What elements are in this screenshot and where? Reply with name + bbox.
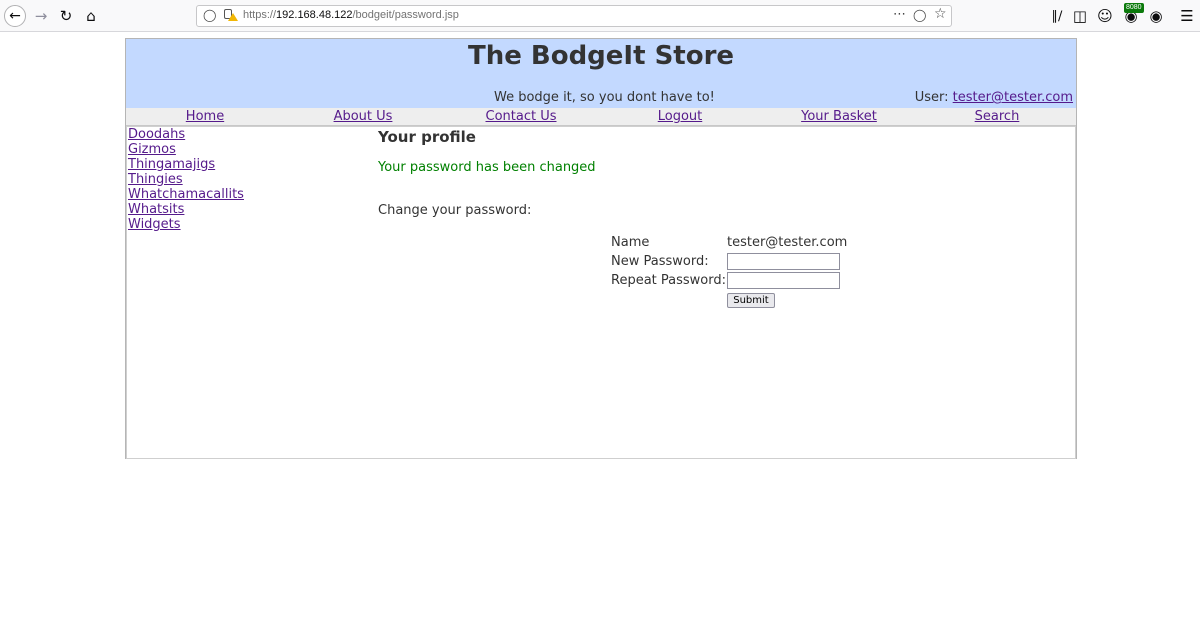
pocket-icon[interactable]: ◯ <box>913 8 926 22</box>
nav-logout[interactable]: Logout <box>601 108 759 126</box>
category-sidebar: Doodahs Gizmos Thingamajigs Thingies Wha… <box>128 127 328 232</box>
name-label: Name <box>611 235 650 250</box>
content-area: Doodahs Gizmos Thingamajigs Thingies Wha… <box>126 126 1076 459</box>
repeat-password-field[interactable] <box>727 272 840 289</box>
store-tagline: We bodge it, so you dont have to! <box>494 90 715 105</box>
change-password-label: Change your password: <box>378 203 532 218</box>
forward-arrow-icon[interactable]: → <box>30 5 52 27</box>
back-arrow-icon[interactable]: ← <box>4 5 26 27</box>
sidebar-item-whatsits[interactable]: Whatsits <box>128 202 328 217</box>
user-info: User: tester@tester.com <box>915 90 1073 105</box>
store-banner: The BodgeIt Store We bodge it, so you do… <box>126 39 1076 108</box>
repeat-password-label: Repeat Password: <box>611 273 726 288</box>
name-value: tester@tester.com <box>727 235 848 250</box>
store-title: The BodgeIt Store <box>467 41 735 71</box>
nav-bar: Home About Us Contact Us Logout Your Bas… <box>126 108 1076 126</box>
nav-your-basket[interactable]: Your Basket <box>760 108 918 126</box>
sidebar-item-doodahs[interactable]: Doodahs <box>128 127 328 142</box>
user-label: User: <box>914 90 949 105</box>
new-password-field[interactable] <box>727 253 840 270</box>
shield-icon[interactable]: ◯ <box>203 8 216 22</box>
sidebar-item-widgets[interactable]: Widgets <box>128 217 328 232</box>
user-email-link[interactable]: tester@tester.com <box>953 90 1073 105</box>
insecure-lock-icon[interactable] <box>224 9 238 21</box>
submit-button[interactable]: Submit <box>727 293 775 308</box>
success-message: Your password has been changed <box>378 160 596 175</box>
page-title: Your profile <box>378 128 476 146</box>
home-icon[interactable]: ⌂ <box>80 5 102 27</box>
bookmark-star-icon[interactable]: ☆ <box>934 6 947 22</box>
url-text[interactable]: https://192.168.48.122/bodgeit/password.… <box>243 9 459 21</box>
library-icon[interactable]: ∥∕ <box>1046 5 1068 27</box>
reload-icon[interactable]: ↻ <box>55 5 77 27</box>
sidebar-item-gizmos[interactable]: Gizmos <box>128 142 328 157</box>
account-icon[interactable]: ☺ <box>1094 5 1116 27</box>
nav-home[interactable]: Home <box>126 108 284 126</box>
new-password-label: New Password: <box>611 254 709 269</box>
nav-contact-us[interactable]: Contact Us <box>442 108 600 126</box>
more-actions-icon[interactable]: ⋯ <box>893 7 906 22</box>
sidebar-item-thingies[interactable]: Thingies <box>128 172 328 187</box>
proxy-port-badge: 8080 <box>1124 3 1144 13</box>
page-container: The BodgeIt Store We bodge it, so you do… <box>125 38 1077 459</box>
menu-icon[interactable]: ☰ <box>1176 5 1198 27</box>
nav-search[interactable]: Search <box>918 108 1076 126</box>
address-bar[interactable]: ◯ https://192.168.48.122/bodgeit/passwor… <box>196 5 952 27</box>
extension-icon[interactable]: ◉ <box>1145 5 1167 27</box>
sidebar-item-thingamajigs[interactable]: Thingamajigs <box>128 157 328 172</box>
sidebar-item-whatchamacallits[interactable]: Whatchamacallits <box>128 187 328 202</box>
sidebar-toggle-icon[interactable]: ◫ <box>1069 5 1091 27</box>
nav-about-us[interactable]: About Us <box>284 108 442 126</box>
browser-toolbar: ← → ↻ ⌂ ◯ https://192.168.48.122/bodgeit… <box>0 0 1200 32</box>
